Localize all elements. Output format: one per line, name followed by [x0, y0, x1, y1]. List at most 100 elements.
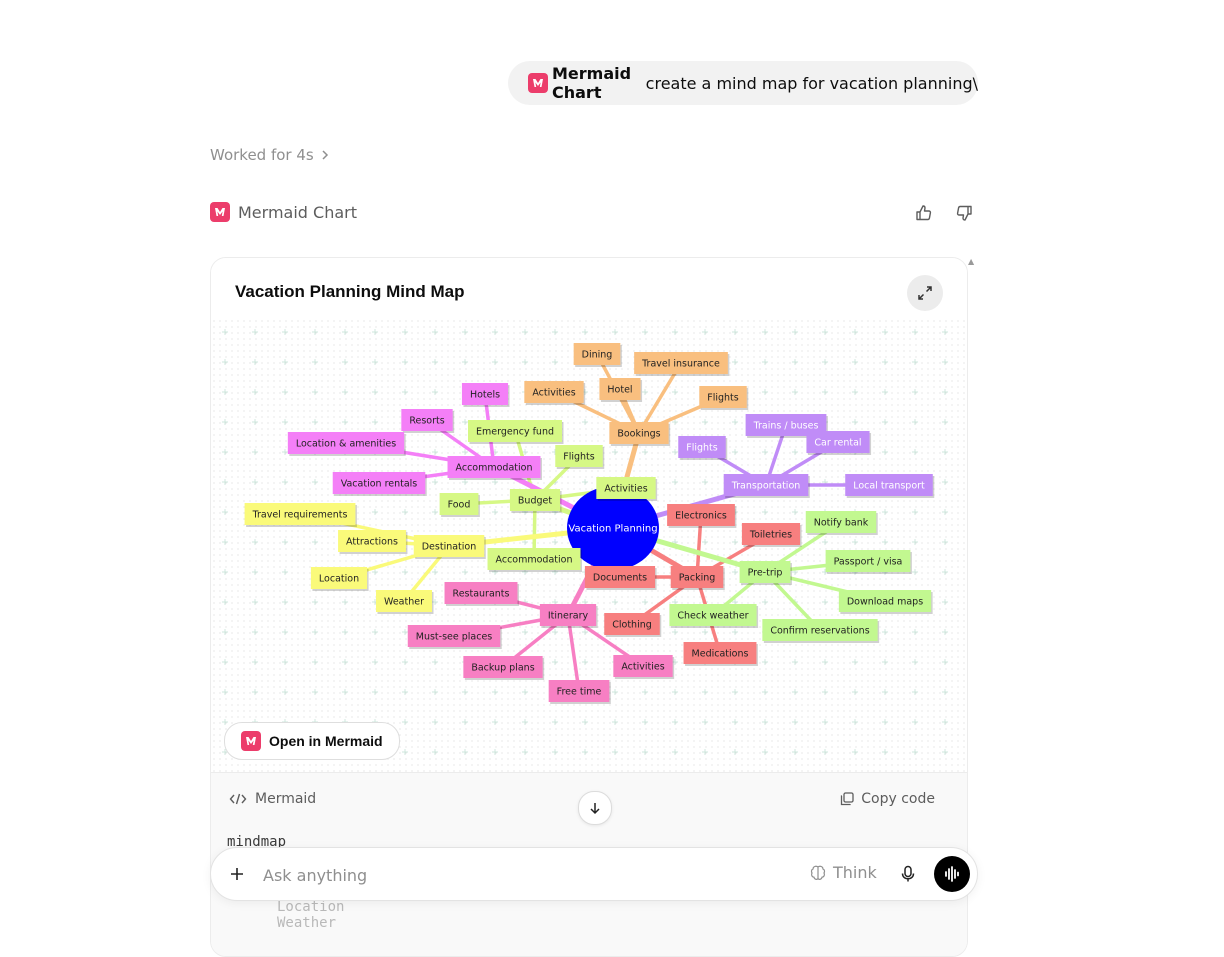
mindmap-leaf-node: Travel insurance [634, 352, 730, 376]
mermaid-logo-icon [210, 202, 230, 222]
mindmap-leaf-node: Backup plans [463, 656, 545, 680]
copy-icon [841, 792, 854, 806]
mindmap-branch-node: Accommodation [447, 456, 542, 480]
mindmap-leaf-node-label: Toiletries [749, 529, 792, 540]
copy-code-label: Copy code [861, 791, 935, 807]
mindmap-leaf-node-label: Local transport [853, 480, 925, 491]
mindmap-leaf-node: Food [439, 493, 480, 517]
mindmap-leaf-node-label: Trains / buses [753, 420, 819, 431]
chat-input[interactable] [261, 860, 785, 890]
code-language: Mermaid [229, 791, 316, 807]
plus-icon [231, 868, 243, 880]
mindmap-leaf-node: Notify bank [805, 511, 878, 535]
voice-waveform-icon [945, 866, 959, 882]
mindmap-leaf-node-label: Medications [692, 648, 749, 659]
mindmap-branch-node-label: Destination [422, 541, 477, 552]
expand-button[interactable] [907, 275, 943, 311]
mindmap-leaf-node: Electronics [667, 504, 737, 528]
mindmap-branch-node: Bookings [609, 422, 671, 446]
user-message-text: create a mind map for vacation planning\ [645, 73, 978, 93]
mindmap-leaf-node: Dining [573, 343, 622, 367]
scroll-to-bottom-button[interactable] [578, 791, 612, 825]
mindmap-leaf-node: Download maps [838, 590, 933, 614]
mindmap-leaf-node: Vacation rentals [332, 472, 427, 496]
mindmap-leaf-node-label: Activities [532, 387, 575, 398]
thumbs-down-icon [956, 205, 972, 221]
mindmap-leaf-node-label: Dining [582, 349, 613, 360]
mindmap-leaf-node-label: Location & amenities [296, 438, 396, 449]
chart-title: Vacation Planning Mind Map [235, 282, 465, 301]
mindmap-branch-node-label: Pre-trip [748, 567, 783, 578]
message-composer: Think [210, 847, 978, 901]
mindmap-leaf-node-label: Documents [593, 572, 647, 583]
mindmap-leaf-node-label: Clothing [612, 619, 652, 630]
mindmap-leaf-node: Passport / visa [825, 550, 912, 574]
mindmap-leaf-node-label: Free time [557, 686, 602, 697]
mindmap-leaf-node: Check weather [669, 604, 759, 628]
mindmap-leaf-node-label: Car rental [814, 437, 861, 448]
mindmap-leaf-node-label: Download maps [847, 596, 923, 607]
arrow-down-icon [590, 803, 600, 815]
think-toggle[interactable]: Think [809, 863, 877, 882]
mindmap-leaf-node-label: Accommodation [496, 554, 573, 565]
microphone-icon [901, 865, 915, 882]
expand-icon [918, 286, 932, 300]
think-label: Think [833, 863, 877, 882]
mindmap-leaf-node: Accommodation [487, 548, 582, 572]
mindmap-leaf-node-label: Activities [604, 483, 647, 494]
mindmap-leaf-node-label: Confirm reservations [770, 625, 869, 636]
worked-for-toggle[interactable]: Worked for 4s [210, 146, 330, 164]
open-in-mermaid-button[interactable]: Open in Mermaid [224, 722, 400, 760]
copy-code-button[interactable]: Copy code [839, 791, 935, 807]
code-language-label: Mermaid [255, 791, 317, 807]
add-attachment-button[interactable] [225, 862, 249, 886]
mindmap-leaf-node-label: Electronics [675, 510, 727, 521]
mindmap-leaf-node-label: Location [319, 573, 359, 584]
mindmap-leaf-node-label: Passport / visa [834, 556, 903, 567]
mindmap-leaf-node: Location & amenities [287, 432, 406, 456]
mindmap-branch-node-label: Packing [679, 572, 716, 583]
mindmap-leaf-node: Activities [613, 655, 675, 679]
mindmap-branch-node: Itinerary [539, 604, 598, 628]
mindmap-leaf-node-label: Restaurants [453, 588, 510, 599]
chevron-right-icon [322, 150, 328, 160]
mindmap-leaf-node-label: Activities [621, 661, 664, 672]
mindmap-branch-node-label: Accommodation [456, 462, 533, 473]
user-message-bubble: Mermaid Chart create a mind map for vaca… [508, 61, 978, 105]
mindmap-leaf-node: Medications [683, 642, 758, 666]
thumbs-up-button[interactable] [913, 202, 935, 224]
mindmap-branch-node: Destination [413, 535, 486, 559]
mindmap-leaf-node-label: Flights [707, 392, 739, 403]
mindmap-leaf-node-label: Backup plans [471, 662, 534, 673]
mermaid-logo-icon [241, 731, 261, 751]
thumbs-down-button[interactable] [953, 202, 975, 224]
mindmap-leaf-node-label: Resorts [409, 415, 444, 426]
mindmap-leaf-node: Location [310, 567, 369, 591]
mindmap-leaf-node-label: Hotels [470, 389, 500, 400]
mindmap-leaf-node: Flights [678, 436, 728, 460]
mindmap-leaf-node: Flights [555, 445, 605, 469]
code-icon [229, 793, 247, 805]
voice-mode-button[interactable] [934, 856, 970, 892]
mindmap-branch-node-label: Transportation [731, 480, 801, 491]
dictate-button[interactable] [897, 863, 919, 885]
user-message-app-name: Mermaid Chart [552, 64, 632, 102]
mindmap-leaf-node: Travel requirements [244, 503, 357, 527]
mindmap-leaf-node-label: Travel insurance [641, 358, 720, 369]
mindmap-leaf-node: Emergency fund [467, 420, 564, 444]
mindmap-leaf-node: Hotel [599, 378, 643, 402]
mindmap-leaf-node-label: Weather [384, 596, 424, 607]
mindmap-branch-node: Budget [509, 489, 562, 513]
mindmap-leaf-node: Clothing [604, 613, 662, 637]
mindmap-leaf-node: Attractions [338, 530, 408, 554]
mindmap-leaf-node-label: Flights [563, 451, 595, 462]
mindmap-leaf-node: Resorts [401, 409, 455, 433]
mindmap-leaf-node: Local transport [845, 474, 935, 498]
mindmap-leaf-node: Activities [596, 477, 658, 501]
mindmap-leaf-node-label: Flights [686, 442, 718, 453]
mindmap-branch-node-label: Itinerary [548, 610, 589, 621]
brain-icon [810, 865, 826, 880]
mindmap-leaf-node-label: Check weather [677, 610, 748, 621]
mindmap-branch-node: Transportation [723, 474, 810, 498]
mindmap-leaf-node: Flights [699, 386, 749, 410]
